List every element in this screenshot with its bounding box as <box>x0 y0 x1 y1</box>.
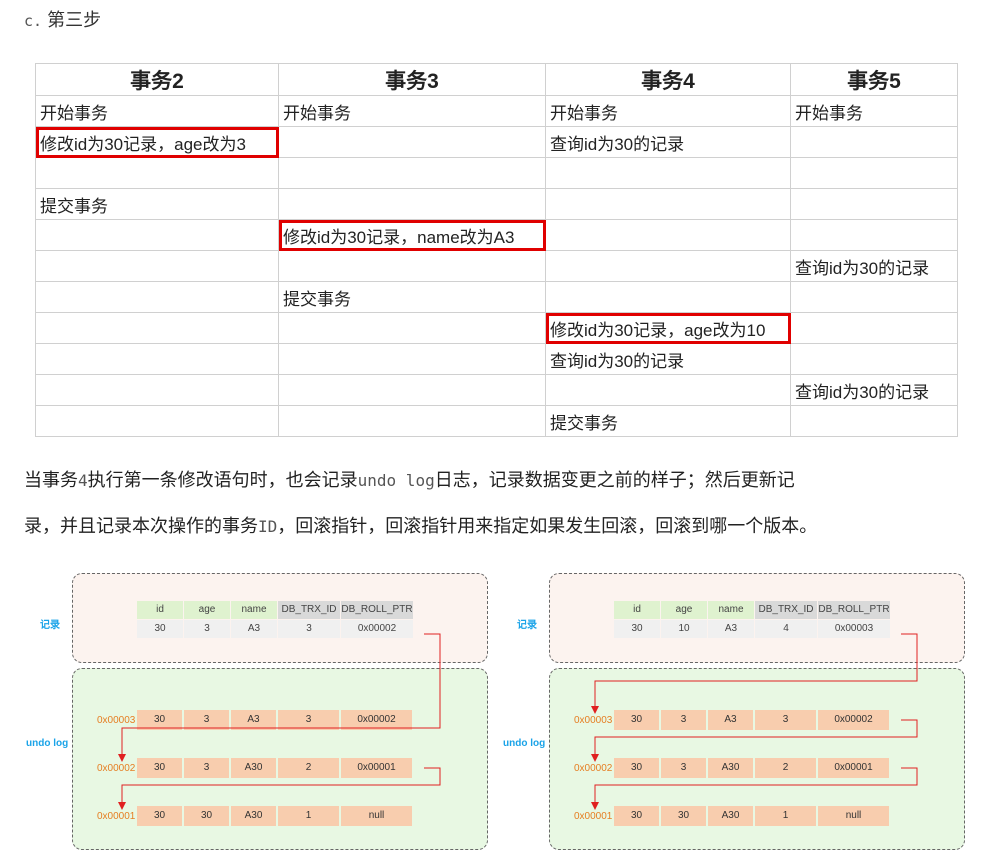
undo-log-diagram-before: 记录 undo log id age name DB_TRX_ID DB_ROL… <box>26 573 490 853</box>
table-row: 开始事务 开始事务 开始事务 开始事务 <box>35 95 958 127</box>
table-cell <box>790 219 958 251</box>
table-cell <box>278 343 546 375</box>
header-tx4: 事务4 <box>545 63 791 96</box>
roll-pointer-arrows <box>591 633 918 810</box>
table-row: 提交事务 <box>35 188 958 220</box>
header-tx3: 事务3 <box>278 63 546 96</box>
table-cell: 开始事务 <box>35 95 279 127</box>
description-line-1: 当事务4执行第一条修改语句时，也会记录undo log日志，记录数据变更之前的样… <box>24 466 984 492</box>
table-body: 开始事务 开始事务 开始事务 开始事务 修改id为30记录，age改为3 查询id为30的… <box>35 95 958 437</box>
arrow-record-to-0x00003 <box>591 633 918 714</box>
undo-log-label: undo log <box>503 738 546 749</box>
table-cell: 修改id为30记录，age改为10 <box>545 312 791 344</box>
table-cell: 查询id为30的记录 <box>790 374 958 406</box>
table-cell <box>278 188 546 220</box>
table-cell <box>545 374 791 406</box>
table-cell <box>35 343 279 375</box>
arrow-0x00003-to-0x00002 <box>591 719 918 762</box>
table-cell <box>35 374 279 406</box>
table-cell <box>790 405 958 437</box>
desc-text: 录，并且记录本次操作的事务 <box>24 516 258 536</box>
table-cell <box>790 312 958 344</box>
table-cell <box>278 157 546 189</box>
table-cell <box>35 281 279 313</box>
record-label: 记录 <box>517 620 537 631</box>
table-row: 查询id为30的记录 <box>35 374 958 406</box>
desc-text: 执行第一条修改语句时，也会记录 <box>87 470 358 490</box>
table-cell <box>545 250 791 282</box>
transaction-table: 事务2 事务3 事务4 事务5 开始事务 开始事务 开始事务 开始事务 修改id为30记… <box>35 63 958 437</box>
table-row: 提交事务 <box>35 281 958 313</box>
table-cell: 查询id为30的记录 <box>545 343 791 375</box>
table-cell <box>545 188 791 220</box>
step-heading: c. 第三步 <box>24 6 101 32</box>
desc-code: undo log <box>357 471 435 490</box>
table-cell <box>35 250 279 282</box>
desc-text: 当事务 <box>24 470 78 490</box>
table-cell <box>545 281 791 313</box>
table-cell <box>545 219 791 251</box>
table-cell: 查询id为30的记录 <box>790 250 958 282</box>
header-tx2: 事务2 <box>35 63 279 96</box>
table-row: 查询id为30的记录 <box>35 250 958 282</box>
table-cell <box>278 374 546 406</box>
step-title: 第三步 <box>47 10 102 30</box>
description-line-2: 录，并且记录本次操作的事务ID，回滚指针，回滚指针用来指定如果发生回滚，回滚到哪… <box>24 512 984 538</box>
table-cell <box>278 312 546 344</box>
table-cell <box>35 157 279 189</box>
table-row: 提交事务 <box>35 405 958 437</box>
table-row: 修改id为30记录，age改为10 <box>35 312 958 344</box>
table-cell <box>790 281 958 313</box>
table-cell <box>545 157 791 189</box>
table-cell <box>35 219 279 251</box>
arrow-0x00002-to-0x00001 <box>118 767 441 810</box>
arrow-0x00002-to-0x00001 <box>591 767 918 810</box>
table-cell: 修改id为30记录，name改为A3 <box>278 219 546 251</box>
table-cell: 修改id为30记录，age改为3 <box>35 126 279 158</box>
table-cell <box>278 250 546 282</box>
table-cell <box>35 312 279 344</box>
desc-code: ID <box>258 517 278 536</box>
table-header-row: 事务2 事务3 事务4 事务5 <box>35 63 958 96</box>
record-label: 记录 <box>40 620 60 631</box>
table-row: 修改id为30记录，age改为3 查询id为30的记录 <box>35 126 958 158</box>
table-row: 查询id为30的记录 <box>35 343 958 375</box>
table-cell <box>790 126 958 158</box>
table-cell: 查询id为30的记录 <box>545 126 791 158</box>
table-cell: 开始事务 <box>790 95 958 127</box>
header-tx5: 事务5 <box>790 63 958 96</box>
table-cell <box>278 405 546 437</box>
arrow-record-to-0x00002 <box>118 633 441 762</box>
desc-text: ，回滚指针，回滚指针用来指定如果发生回滚，回滚到哪一个版本。 <box>277 516 818 536</box>
table-cell <box>790 188 958 220</box>
table-cell <box>790 343 958 375</box>
desc-code: 4 <box>78 471 88 490</box>
table-cell: 提交事务 <box>278 281 546 313</box>
table-row <box>35 157 958 189</box>
table-row: 修改id为30记录，name改为A3 <box>35 219 958 251</box>
table-cell: 开始事务 <box>278 95 546 127</box>
table-cell <box>35 405 279 437</box>
table-cell: 提交事务 <box>545 405 791 437</box>
undo-log-diagram-after: 记录 undo log id age name DB_TRX_ID DB_ROL… <box>503 573 967 853</box>
step-prefix: c. <box>24 12 43 30</box>
table-cell <box>278 126 546 158</box>
roll-pointer-arrows <box>118 633 441 810</box>
table-cell: 提交事务 <box>35 188 279 220</box>
table-cell: 开始事务 <box>545 95 791 127</box>
table-cell <box>790 157 958 189</box>
undo-log-label: undo log <box>26 738 69 749</box>
desc-text: 日志，记录数据变更之前的样子；然后更新记 <box>434 470 795 490</box>
